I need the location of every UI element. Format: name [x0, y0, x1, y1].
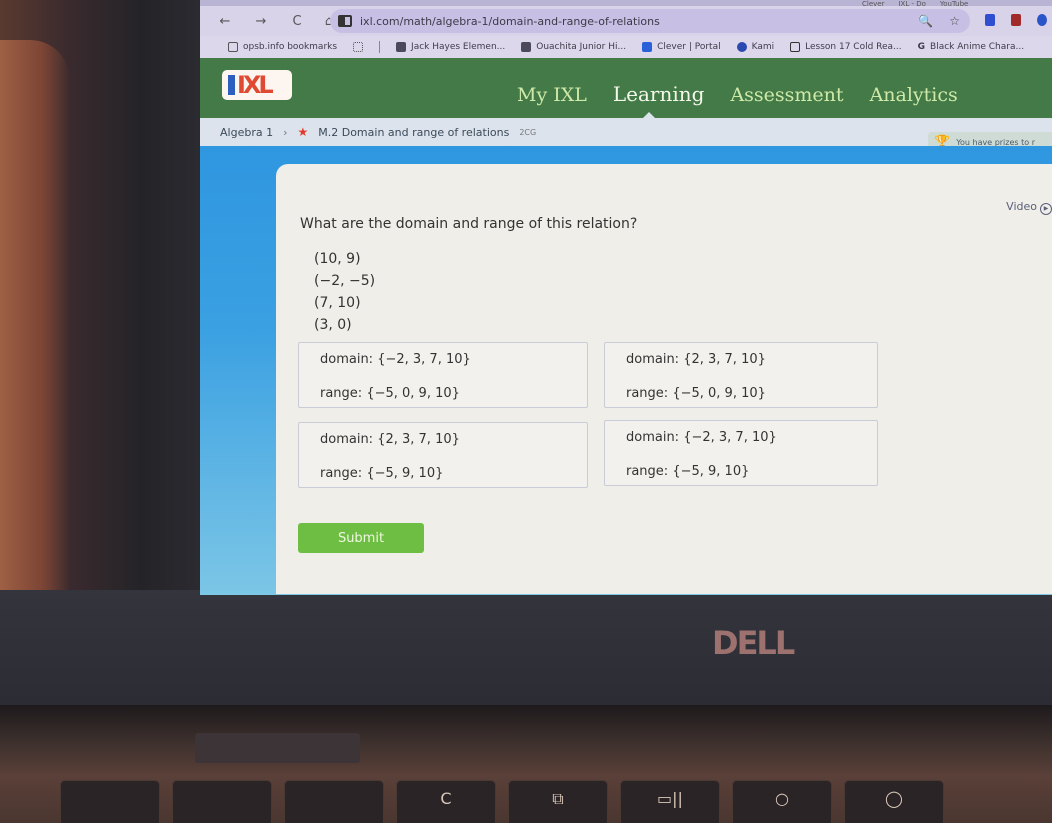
choice-range: range: {−5, 0, 9, 10}: [320, 386, 460, 401]
key[interactable]: [60, 780, 160, 823]
submit-button[interactable]: Submit: [298, 523, 424, 553]
chevron-right-icon: ›: [283, 125, 288, 139]
megaphone-extension-icon[interactable]: [1011, 14, 1021, 26]
bookmark[interactable]: Clever | Portal: [642, 42, 721, 52]
browser-toolbar: ← → C ⌂ ixl.com/math/algebra-1/domain-an…: [200, 6, 1052, 36]
bookmark-separator: [379, 41, 381, 53]
url-text[interactable]: ixl.com/math/algebra-1/domain-and-range-…: [360, 15, 660, 28]
bookmarks-bar: opsb.info bookmarks Jack Hayes Elemen...…: [200, 36, 1052, 58]
zoom-icon[interactable]: 🔍: [918, 14, 933, 28]
brightness-down-key[interactable]: ○: [732, 780, 832, 823]
relation-pairs: (10, 9) (−2, −5) (7, 10) (3, 0): [314, 248, 375, 336]
doc-icon: [790, 42, 801, 52]
google-icon: G: [917, 42, 926, 52]
nav-assessment[interactable]: Assessment: [730, 84, 843, 106]
back-button[interactable]: ←: [212, 14, 238, 29]
bookmark[interactable]: Lesson 17 Cold Rea...: [790, 42, 902, 52]
nav-analytics[interactable]: Analytics: [870, 84, 958, 106]
bookmark-folder[interactable]: opsb.info bookmarks: [228, 42, 337, 52]
dell-logo: DELL: [712, 624, 795, 662]
ordered-pair: (7, 10): [314, 295, 361, 311]
ixl-logo[interactable]: IXL: [222, 70, 292, 100]
breadcrumb: Algebra 1 › ★ M.2 Domain and range of re…: [200, 118, 1052, 152]
apps-icon[interactable]: [353, 42, 364, 52]
choice-domain: domain: {−2, 3, 7, 10}: [626, 430, 777, 445]
video-link[interactable]: Video ▶: [1006, 200, 1052, 215]
laptop-screen: Clever IXL - Do YouTube ← → C ⌂ ixl.com/…: [200, 0, 1052, 595]
school-icon: [521, 42, 532, 52]
address-bar[interactable]: ixl.com/math/algebra-1/domain-and-range-…: [330, 9, 970, 33]
overview-key[interactable]: ▭||: [620, 780, 720, 823]
school-icon: [396, 42, 407, 52]
ordered-pair: (−2, −5): [314, 273, 376, 289]
kami-icon: [736, 42, 747, 52]
brightness-up-key[interactable]: ◯: [844, 780, 944, 823]
breadcrumb-course[interactable]: Algebra 1: [220, 126, 273, 139]
key[interactable]: [172, 780, 272, 823]
main-nav: My IXL Learning Assessment Analytics: [517, 82, 958, 106]
choice-domain: domain: {−2, 3, 7, 10}: [320, 352, 471, 367]
skill-title: M.2 Domain and range of relations: [318, 125, 510, 139]
folder-icon: [228, 42, 238, 52]
choice-range: range: {−5, 9, 10}: [626, 464, 750, 479]
question-text: What are the domain and range of this re…: [300, 216, 638, 232]
bookmark[interactable]: Jack Hayes Elemen...: [396, 42, 505, 52]
star-icon: ★: [297, 125, 309, 139]
site-info-icon[interactable]: [338, 15, 352, 27]
function-key-row: C ⧉ ▭|| ○ ◯: [60, 780, 944, 823]
ordered-pair: (10, 9): [314, 251, 361, 267]
laptop-bezel-bottom: [0, 590, 1052, 720]
fullscreen-key[interactable]: ⧉: [508, 780, 608, 823]
laptop-hinge: [195, 733, 360, 763]
hex-extension-icon[interactable]: [1037, 14, 1047, 26]
reload-button[interactable]: C: [284, 14, 310, 29]
choice-range: range: {−5, 9, 10}: [320, 466, 444, 481]
answer-choice-3[interactable]: domain: {2, 3, 7, 10} range: {−5, 9, 10}: [298, 422, 588, 488]
choice-range: range: {−5, 0, 9, 10}: [626, 386, 766, 401]
refresh-key[interactable]: C: [396, 780, 496, 823]
play-icon: ▶: [1040, 203, 1052, 215]
forward-button[interactable]: →: [248, 14, 274, 29]
shield-extension-icon[interactable]: [985, 14, 995, 26]
ixl-header: IXL My IXL Learning Assessment Analytics: [200, 58, 1052, 118]
answer-choice-2[interactable]: domain: {2, 3, 7, 10} range: {−5, 0, 9, …: [604, 342, 878, 408]
bookmark[interactable]: Kami: [736, 42, 774, 52]
nav-my-ixl[interactable]: My IXL: [517, 84, 587, 106]
bookmark[interactable]: G Black Anime Chara...: [918, 42, 1024, 52]
answer-choice-4[interactable]: domain: {−2, 3, 7, 10} range: {−5, 9, 10…: [604, 420, 878, 486]
key[interactable]: [284, 780, 384, 823]
choice-domain: domain: {2, 3, 7, 10}: [626, 352, 766, 367]
clever-icon: [642, 42, 653, 52]
skill-code: 2CG: [519, 127, 537, 137]
practice-card: Video ▶ What are the domain and range of …: [276, 164, 1052, 594]
bookmark-star-icon[interactable]: ☆: [949, 14, 960, 28]
choice-domain: domain: {2, 3, 7, 10}: [320, 432, 460, 447]
ordered-pair: (3, 0): [314, 317, 352, 333]
nav-learning[interactable]: Learning: [613, 82, 705, 106]
extensions: [985, 14, 1047, 26]
bookmark[interactable]: Ouachita Junior Hi...: [521, 42, 626, 52]
answer-choice-1[interactable]: domain: {−2, 3, 7, 10} range: {−5, 0, 9,…: [298, 342, 588, 408]
